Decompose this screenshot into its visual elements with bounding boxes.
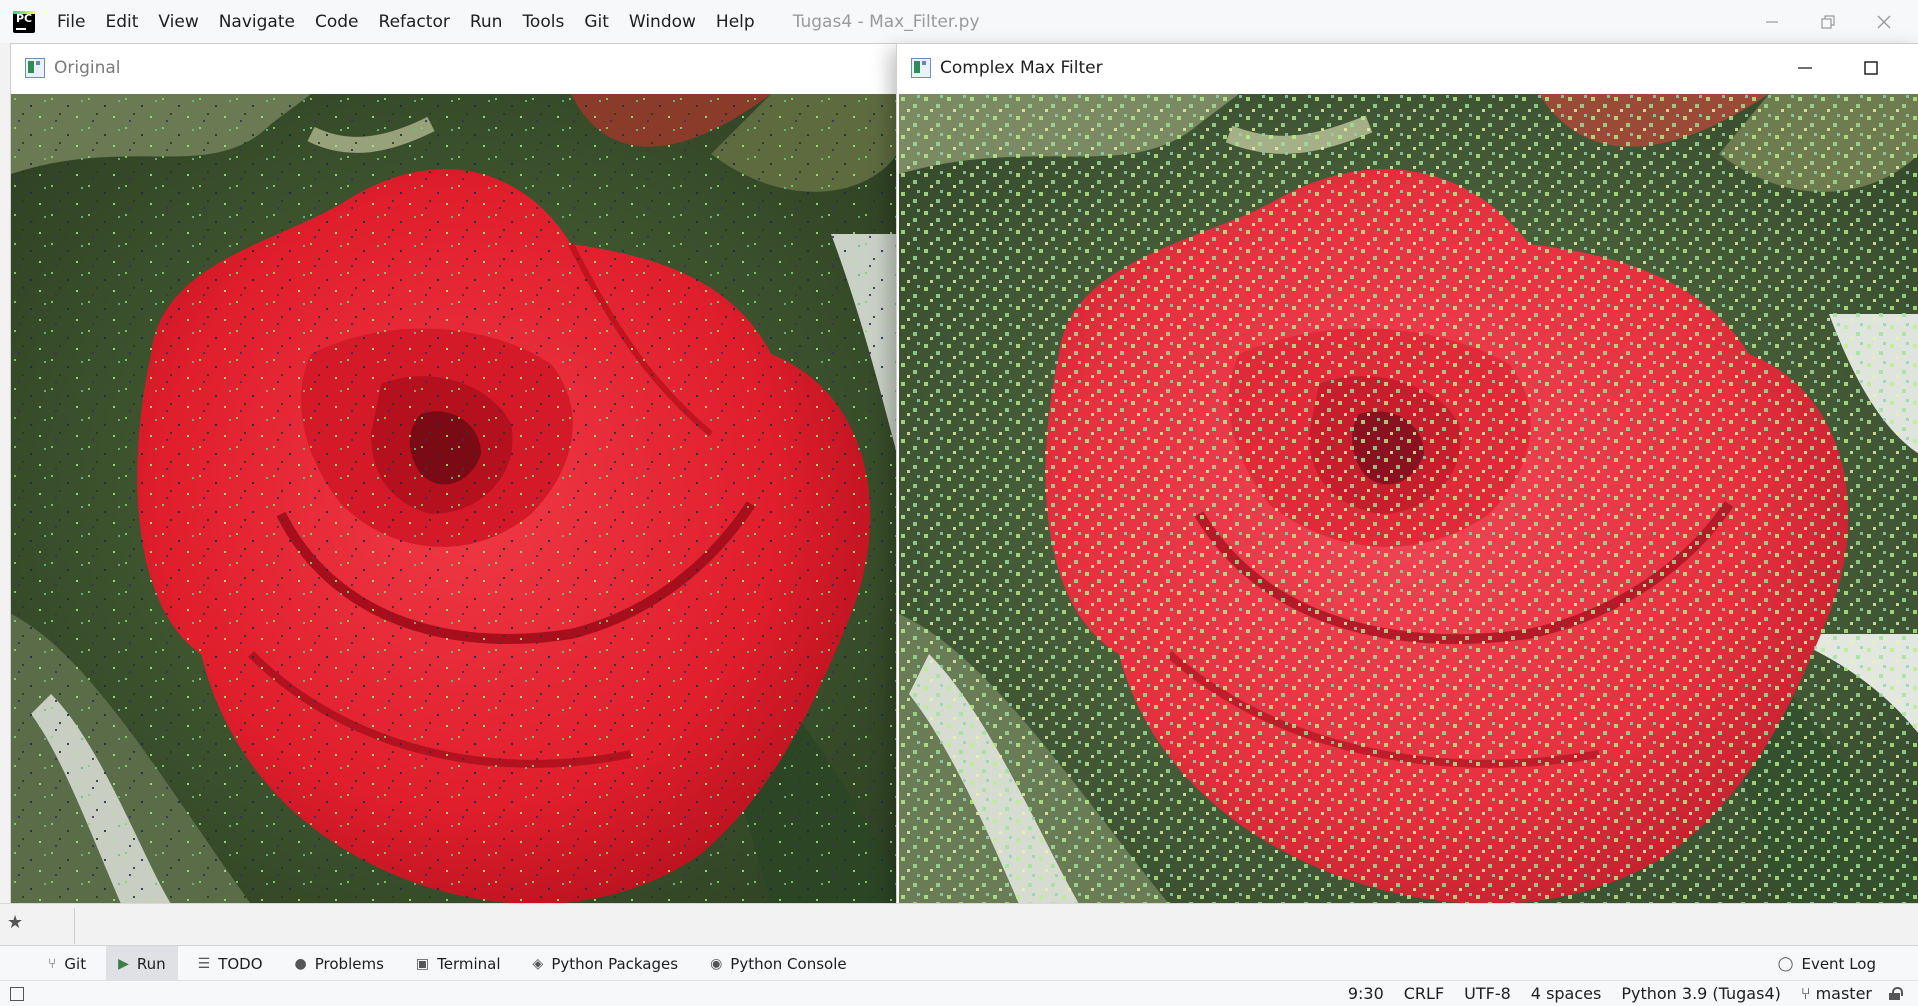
list-icon: ☰ xyxy=(197,955,211,972)
original-image-window[interactable]: Original xyxy=(10,43,897,905)
filtered-maximize-button[interactable] xyxy=(1843,44,1899,92)
status-bar: 9:30 CRLF UTF-8 4 spaces Python 3.9 (Tug… xyxy=(0,980,1918,1006)
python-console-icon: ◉ xyxy=(710,955,723,972)
tool-tab-label: Run xyxy=(136,954,166,973)
menu-navigate[interactable]: Navigate xyxy=(209,12,305,32)
menu-window[interactable]: Window xyxy=(619,12,706,32)
indent-setting[interactable]: 4 spaces xyxy=(1531,984,1602,1003)
menu-tools[interactable]: Tools xyxy=(512,12,574,32)
terminal-icon: ▣ xyxy=(415,955,430,972)
restore-window-button[interactable] xyxy=(1800,0,1856,43)
close-icon xyxy=(1877,15,1891,28)
python-interpreter[interactable]: Python 3.9 (Tugas4) xyxy=(1621,984,1781,1003)
menu-refactor[interactable]: Refactor xyxy=(369,12,460,32)
git-branch-icon: ⑂ xyxy=(1800,984,1811,1003)
original-image xyxy=(11,94,897,904)
restore-icon xyxy=(1821,14,1835,29)
tool-tab-label: Python Console xyxy=(730,954,847,973)
menu-run[interactable]: Run xyxy=(460,12,513,32)
tool-tab-problems[interactable]: ● Problems xyxy=(283,946,396,981)
divider xyxy=(74,908,75,944)
tool-tab-todo[interactable]: ☰ TODO xyxy=(186,946,275,981)
filtered-minimize-button[interactable] xyxy=(1777,44,1833,92)
favorites-star-icon[interactable]: ★ xyxy=(7,912,23,933)
menu-file[interactable]: File xyxy=(47,12,95,32)
tool-tab-label: Terminal xyxy=(437,954,501,973)
run-icon: ▶ xyxy=(118,955,129,972)
menu-help[interactable]: Help xyxy=(706,12,765,32)
git-branch-icon: ⑂ xyxy=(48,955,57,972)
window-title: Tugas4 - Max_Filter.py xyxy=(792,11,980,32)
original-window-title: Original xyxy=(54,58,121,78)
pycharm-logo-icon: PC xyxy=(13,10,35,33)
tool-tab-run[interactable]: ▶ Run xyxy=(106,946,178,981)
menu-bar: PC File Edit View Navigate Code Refactor… xyxy=(0,0,1918,43)
line-separator[interactable]: CRLF xyxy=(1404,984,1444,1003)
file-encoding[interactable]: UTF-8 xyxy=(1464,984,1511,1003)
tool-tab-git[interactable]: ⑂ Git xyxy=(36,946,98,981)
event-log-label: Event Log xyxy=(1801,954,1876,973)
minimize-icon xyxy=(1766,20,1778,23)
image-window-icon xyxy=(25,58,45,78)
rose-image-original xyxy=(11,94,897,904)
menu-edit[interactable]: Edit xyxy=(95,12,148,32)
tool-window-bar: ⑂ Git ▶ Run ☰ TODO ● Problems ▣ Terminal… xyxy=(0,945,1918,981)
caret-position[interactable]: 9:30 xyxy=(1348,984,1384,1003)
layers-icon: ◈ xyxy=(532,955,544,972)
menu-code[interactable]: Code xyxy=(305,12,369,32)
speech-bubble-icon: ◯ xyxy=(1777,955,1794,972)
tool-tab-label: Git xyxy=(64,954,87,973)
tool-tab-label: Problems xyxy=(314,954,384,973)
image-window-icon xyxy=(911,58,931,78)
filtered-window-title: Complex Max Filter xyxy=(940,58,1103,78)
menu-view[interactable]: View xyxy=(148,12,208,32)
toggle-tool-windows-icon[interactable] xyxy=(10,987,24,1001)
favorites-strip: ★ xyxy=(0,903,1918,946)
close-window-button[interactable] xyxy=(1856,0,1912,43)
tool-tab-label: TODO xyxy=(218,954,263,973)
menu-git[interactable]: Git xyxy=(574,12,619,32)
tool-tab-label: Python Packages xyxy=(551,954,679,973)
original-window-titlebar[interactable]: Original xyxy=(11,44,897,92)
filtered-image xyxy=(899,94,1918,904)
git-branch-widget[interactable]: ⑂ master xyxy=(1801,984,1872,1003)
max-filter-image-window[interactable]: Complex Max Filter xyxy=(896,43,1918,905)
warning-circle-icon: ● xyxy=(294,955,307,972)
event-log-button[interactable]: ◯ Event Log xyxy=(1778,946,1876,981)
minimize-icon xyxy=(1798,67,1812,69)
tool-tab-python-console[interactable]: ◉ Python Console xyxy=(698,946,859,981)
maximize-icon xyxy=(1864,61,1878,75)
minimize-window-button[interactable] xyxy=(1744,0,1800,43)
rose-image-filtered xyxy=(899,94,1918,904)
tool-tab-terminal[interactable]: ▣ Terminal xyxy=(404,946,513,981)
lock-icon[interactable] xyxy=(1888,987,1903,1000)
tool-tab-python-packages[interactable]: ◈ Python Packages xyxy=(521,946,691,981)
git-branch-name: master xyxy=(1815,984,1872,1003)
filtered-window-titlebar[interactable]: Complex Max Filter xyxy=(897,44,1918,92)
